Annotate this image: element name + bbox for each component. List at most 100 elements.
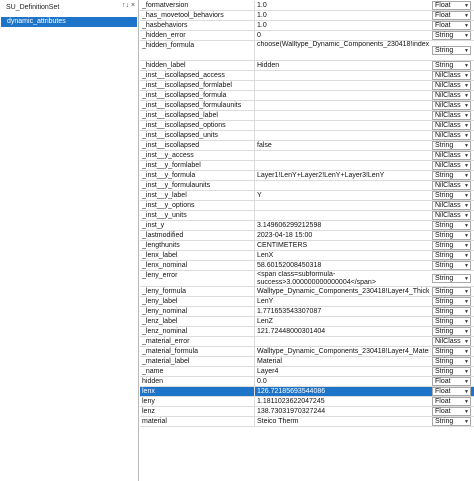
table-row[interactable]: _hidden_label Hidden String ▼ <box>140 61 474 71</box>
type-select[interactable]: String ▼ <box>432 171 471 180</box>
attribute-value[interactable] <box>257 91 429 100</box>
table-row[interactable]: _inst__iscollapsed_label NilClass ▼ <box>140 111 474 121</box>
type-select[interactable]: String ▼ <box>432 307 471 316</box>
table-row[interactable]: _hidden_formula choose(Walltype_Dynamic_C… <box>140 41 474 61</box>
attribute-value[interactable] <box>257 201 429 210</box>
table-row[interactable]: _inst__y_options NilClass ▼ <box>140 201 474 211</box>
table-row[interactable]: _lastmodified 2023-04-18 15:00 String ▼ <box>140 231 474 241</box>
sort-icon[interactable]: ↑↓ <box>122 2 129 9</box>
table-row[interactable]: _inst__y_formulaunits NilClass ▼ <box>140 181 474 191</box>
type-select[interactable]: String ▼ <box>432 61 471 70</box>
attribute-value[interactable]: Walltype_Dynamic_Components_230418!Layer… <box>257 347 429 356</box>
attribute-value[interactable]: <span class=subformula-success>3.0000000… <box>257 271 429 286</box>
table-row[interactable]: _inst__iscollapsed_units NilClass ▼ <box>140 131 474 141</box>
table-row[interactable]: _material_formula Walltype_Dynamic_Compon… <box>140 347 474 357</box>
table-row[interactable]: _inst__iscollapsed_options NilClass ▼ <box>140 121 474 131</box>
attribute-value[interactable]: 0 <box>257 31 429 40</box>
type-select[interactable]: NilClass ▼ <box>432 101 471 110</box>
table-row[interactable]: material Steico Therm String ▼ <box>140 417 474 427</box>
attribute-value[interactable]: 0.0 <box>257 377 429 386</box>
attribute-value[interactable]: Steico Therm <box>257 417 429 426</box>
type-select[interactable]: String ▼ <box>432 367 471 376</box>
type-select[interactable]: String ▼ <box>432 417 471 426</box>
type-select[interactable]: String ▼ <box>432 347 471 356</box>
table-row[interactable]: _inst__y_formlabel NilClass ▼ <box>140 161 474 171</box>
close-icon[interactable]: × <box>131 2 135 9</box>
table-row[interactable]: _inst__iscollapsed_formula NilClass ▼ <box>140 91 474 101</box>
type-select[interactable]: NilClass ▼ <box>432 211 471 220</box>
type-select[interactable]: String ▼ <box>432 231 471 240</box>
attribute-value[interactable] <box>257 121 429 130</box>
table-row[interactable]: lenz 138.73031970327244 Float ▼ <box>140 407 474 417</box>
type-select[interactable]: NilClass ▼ <box>432 111 471 120</box>
table-row[interactable]: _lenx_label LenX String ▼ <box>140 251 474 261</box>
attribute-value[interactable]: 1.0 <box>257 21 429 30</box>
table-row[interactable]: lenx 126.72185693544086 Float ▼ <box>140 387 474 397</box>
type-select[interactable]: String ▼ <box>432 221 471 230</box>
attribute-value[interactable] <box>257 211 429 220</box>
attribute-value[interactable] <box>257 81 429 90</box>
attribute-value[interactable] <box>257 71 429 80</box>
table-row[interactable]: _formatversion 1.0 Float ▼ <box>140 1 474 11</box>
table-row[interactable]: _has_movetool_behaviors 1.0 Float ▼ <box>140 11 474 21</box>
attribute-value[interactable]: LenY <box>257 297 429 306</box>
attribute-value[interactable]: 58.60152008450318 <box>257 261 429 270</box>
attribute-value[interactable]: Walltype_Dynamic_Components_230418!Layer… <box>257 287 429 296</box>
type-select[interactable]: String ▼ <box>432 357 471 366</box>
table-row[interactable]: _lenz_label LenZ String ▼ <box>140 317 474 327</box>
table-row[interactable]: _inst__iscollapsed_access NilClass ▼ <box>140 71 474 81</box>
attribute-value[interactable]: 3.149606299212598 <box>257 221 429 230</box>
type-select[interactable]: Float ▼ <box>432 377 471 386</box>
table-row[interactable]: _hidden_error 0 String ▼ <box>140 31 474 41</box>
type-select[interactable]: NilClass ▼ <box>432 71 471 80</box>
tree-item-dynamic-attributes[interactable]: dynamic_attributes <box>1 17 137 27</box>
table-row[interactable]: _inst__iscollapsed_formulaunits NilClass ▼ <box>140 101 474 111</box>
table-row[interactable]: _inst__y_formula Layer1!LenY+Layer2!LenY+… <box>140 171 474 181</box>
attribute-value[interactable]: LenZ <box>257 317 429 326</box>
attribute-value[interactable]: 1.0 <box>257 11 429 20</box>
type-select[interactable]: NilClass ▼ <box>432 81 471 90</box>
attribute-value[interactable] <box>257 161 429 170</box>
type-select[interactable]: NilClass ▼ <box>432 161 471 170</box>
attribute-value[interactable]: 1.771653543307087 <box>257 307 429 316</box>
attribute-value[interactable] <box>257 111 429 120</box>
type-select[interactable]: String ▼ <box>432 31 471 40</box>
table-row[interactable]: _name Layer4 String ▼ <box>140 367 474 377</box>
attribute-value[interactable]: 1.0 <box>257 1 429 10</box>
attribute-value[interactable]: 126.72185693544086 <box>257 387 429 396</box>
type-select[interactable]: String ▼ <box>432 251 471 260</box>
attribute-value[interactable]: LenX <box>257 251 429 260</box>
table-row[interactable]: _leny_label LenY String ▼ <box>140 297 474 307</box>
attribute-value[interactable]: Y <box>257 191 429 200</box>
attribute-value[interactable]: 121.72448000301404 <box>257 327 429 336</box>
type-select[interactable]: String ▼ <box>432 274 471 283</box>
tree-root-label[interactable]: SU_DefinitionSet <box>6 4 59 11</box>
type-select[interactable]: String ▼ <box>432 317 471 326</box>
type-select[interactable]: String ▼ <box>432 46 471 55</box>
type-select[interactable]: String ▼ <box>432 241 471 250</box>
table-row[interactable]: _material_label Material String ▼ <box>140 357 474 367</box>
table-row[interactable]: _leny_nominal 1.771653543307087 String ▼ <box>140 307 474 317</box>
attribute-value[interactable]: 2023-04-18 15:00 <box>257 231 429 240</box>
type-select[interactable]: NilClass ▼ <box>432 201 471 210</box>
attribute-value[interactable]: CENTIMETERS <box>257 241 429 250</box>
table-row[interactable]: _lenx_nominal 58.60152008450318 String ▼ <box>140 261 474 271</box>
table-row[interactable]: _lenz_nominal 121.72448000301404 String ▼ <box>140 327 474 337</box>
attribute-value[interactable]: Layer1!LenY+Layer2!LenY+Layer3!LenY <box>257 171 429 180</box>
table-row[interactable]: _hasbehaviors 1.0 Float ▼ <box>140 21 474 31</box>
attribute-value[interactable] <box>257 181 429 190</box>
type-select[interactable]: NilClass ▼ <box>432 131 471 140</box>
table-row[interactable]: _inst__iscollapsed false String ▼ <box>140 141 474 151</box>
table-row[interactable]: _inst__y_units NilClass ▼ <box>140 211 474 221</box>
type-select[interactable]: NilClass ▼ <box>432 181 471 190</box>
attribute-value[interactable] <box>257 151 429 160</box>
attribute-value[interactable] <box>257 131 429 140</box>
table-row[interactable]: _inst__y_access NilClass ▼ <box>140 151 474 161</box>
type-select[interactable]: Float ▼ <box>432 407 471 416</box>
table-row[interactable]: _material_error NilClass ▼ <box>140 337 474 347</box>
type-select[interactable]: String ▼ <box>432 297 471 306</box>
attribute-value[interactable]: Material <box>257 357 429 366</box>
table-row[interactable]: _inst_y 3.149606299212598 String ▼ <box>140 221 474 231</box>
attribute-value[interactable]: Hidden <box>257 61 429 70</box>
table-row[interactable]: _leny_error <span class=subformula-succes… <box>140 271 474 287</box>
